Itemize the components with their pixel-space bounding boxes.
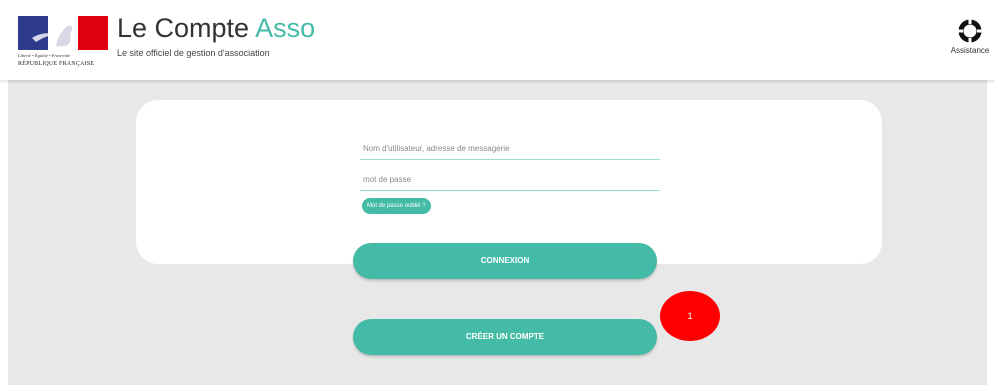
app-title-accent: Asso	[255, 13, 316, 43]
app-title[interactable]: Le Compte Asso	[117, 12, 315, 44]
assistance-label: Assistance	[950, 46, 990, 55]
republic-name: RÉPUBLIQUE FRANÇAISE	[18, 61, 95, 67]
username-input[interactable]	[360, 138, 660, 160]
connexion-button[interactable]: CONNEXION	[353, 243, 657, 279]
app-title-main: Le Compte	[117, 13, 256, 43]
forgot-password-button[interactable]: Mot de passe oublié ?	[362, 198, 431, 214]
create-account-button[interactable]: CRÉER UN COMPTE	[353, 319, 657, 355]
republic-motto: Liberté • Égalité • Fraternité	[18, 53, 71, 58]
app-tagline: Le site officiel de gestion d'associatio…	[117, 48, 270, 58]
assistance-button[interactable]: Assistance	[949, 18, 991, 55]
marianne-flag-icon	[18, 16, 108, 50]
login-card: Mot de passe oublié ?	[136, 100, 882, 264]
lifebuoy-icon	[958, 19, 982, 43]
site-header: Liberté • Égalité • Fraternité RÉPUBLIQU…	[0, 0, 995, 80]
republique-francaise-logo[interactable]: Liberté • Égalité • Fraternité RÉPUBLIQU…	[18, 16, 108, 76]
password-input[interactable]	[360, 169, 660, 191]
step-number-badge: 1	[660, 291, 720, 341]
main-area: Mot de passe oublié ? CONNEXION CRÉER UN…	[8, 80, 987, 385]
